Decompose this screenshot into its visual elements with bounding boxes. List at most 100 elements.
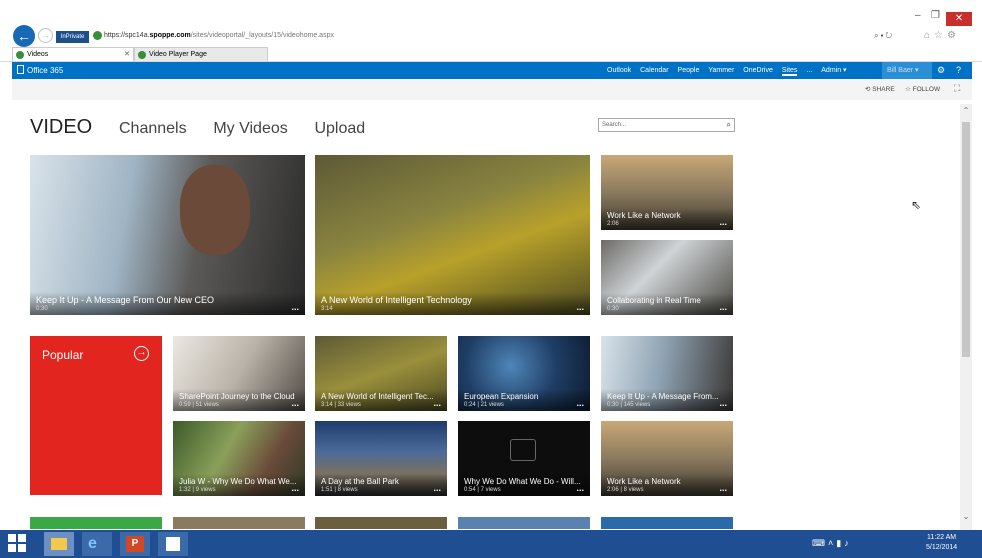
mouse-cursor-icon: ⇖ [911, 198, 922, 212]
favorites-icon[interactable]: ☆ [934, 30, 947, 41]
search-input[interactable]: Search... ⌕ [598, 118, 735, 132]
featured-video-tile[interactable]: A New World of Intelligent Technology 3:1… [315, 155, 590, 315]
suite-link-yammer[interactable]: Yammer [708, 67, 734, 74]
video-tile[interactable]: A Day at the Ball Park 1:51 | 8 views ... [315, 421, 447, 496]
more-options-icon[interactable]: ... [719, 483, 727, 493]
nav-link-channels[interactable]: Channels [119, 120, 187, 137]
clock-time: 11:22 AM [927, 534, 957, 541]
address-actions[interactable]: ⌕▪↻ [874, 31, 894, 41]
help-icon[interactable]: ? [956, 65, 961, 75]
minimize-icon[interactable]: – [915, 10, 921, 21]
close-tab-icon[interactable]: ✕ [124, 48, 130, 62]
brand-label: Office 365 [27, 66, 64, 75]
suite-link-calendar[interactable]: Calendar [640, 67, 668, 74]
popular-channel-tile[interactable]: Popular → [30, 336, 162, 495]
more-options-icon[interactable]: ... [291, 483, 299, 493]
tab-video-player-page[interactable]: Video Player Page [134, 47, 268, 61]
featured-video-tile[interactable]: Collaborating in Real Time 0:30 ... [601, 240, 733, 315]
back-button[interactable]: ← [13, 25, 35, 47]
user-menu[interactable]: Bill Baer ▾ [882, 62, 932, 79]
video-tile[interactable] [601, 517, 733, 529]
suite-link-onedrive[interactable]: OneDrive [743, 67, 773, 74]
site-icon [93, 31, 102, 40]
address-bar[interactable]: InPrivate https://spc14a.spoppe.com/site… [56, 30, 972, 46]
internet-explorer-icon[interactable]: e [82, 532, 112, 556]
video-meta: 2:06 [607, 221, 619, 227]
volume-icon[interactable]: ♪ [844, 538, 852, 548]
more-options-icon[interactable]: ... [719, 302, 727, 312]
share-label: SHARE [872, 86, 895, 93]
more-options-icon[interactable]: ... [291, 302, 299, 312]
url-path: /sites/videoportal/_layouts/15/videohome… [190, 32, 334, 39]
system-tray[interactable]: ⌨˄▮♪ [812, 538, 852, 549]
scroll-thumb[interactable] [962, 122, 970, 357]
video-nav: VIDEO Channels My Videos Upload [30, 116, 387, 139]
url-text[interactable]: https://spc14a.spoppe.com/sites/videopor… [104, 32, 334, 39]
video-tile[interactable] [173, 517, 305, 529]
tab-videos[interactable]: Videos ✕ [12, 47, 134, 61]
windows-start-icon[interactable] [8, 534, 26, 552]
video-tile[interactable]: Why We Do What We Do - Will... 0:54 | 7 v… [458, 421, 590, 496]
search-icon[interactable]: ⌕ [727, 120, 731, 130]
home-icon[interactable]: ⌂ [924, 30, 934, 41]
taskbar-clock[interactable]: 11:22 AM 5/12/2014 [926, 533, 957, 553]
tile-caption: Work Like a Network 2:06 | 8 views [601, 474, 733, 496]
user-name: Bill Baer [887, 67, 914, 74]
windows-store-icon[interactable] [158, 532, 188, 556]
scroll-up-icon[interactable]: ⌃ [960, 106, 972, 115]
clock-date: 5/12/2014 [926, 544, 958, 551]
video-meta: 0:30 [36, 306, 48, 312]
tab-label: Videos [27, 51, 49, 58]
channel-tile[interactable] [30, 517, 162, 529]
more-options-icon[interactable]: ... [576, 483, 584, 493]
video-tile[interactable]: A New World of Intelligent Tec... 3:14 | … [315, 336, 447, 411]
focus-content-icon[interactable]: ⛶ [954, 83, 960, 94]
video-title: Collaborating in Real Time [607, 296, 701, 305]
video-tile[interactable] [315, 517, 447, 529]
suite-link-more[interactable]: ... [806, 67, 812, 74]
powerpoint-icon[interactable]: P [120, 532, 150, 556]
more-options-icon[interactable]: ... [576, 302, 584, 312]
refresh-icon[interactable]: ↻ [885, 31, 894, 40]
more-options-icon[interactable]: ... [719, 398, 727, 408]
close-window-button[interactable]: ✕ [946, 12, 972, 26]
follow-button[interactable]: ☆ FOLLOW [905, 85, 940, 93]
video-tile[interactable]: Keep It Up - A Message From... 0:30 | 145… [601, 336, 733, 411]
more-options-icon[interactable]: ... [433, 483, 441, 493]
nav-link-my-videos[interactable]: My Videos [213, 120, 287, 137]
forward-button[interactable]: → [38, 28, 53, 43]
suite-link-outlook[interactable]: Outlook [607, 67, 631, 74]
suite-link-sites[interactable]: Sites [781, 67, 798, 76]
network-diagram-icon [510, 439, 536, 461]
gear-icon[interactable]: ⚙ [947, 30, 960, 41]
featured-video-tile[interactable]: Work Like a Network 2:06 ... [601, 155, 733, 230]
tile-caption: A Day at the Ball Park 1:51 | 8 views [315, 474, 447, 496]
browser-tools[interactable]: ⌂☆⚙ [924, 30, 960, 41]
suite-link-admin[interactable]: Admin ▾ [821, 67, 846, 74]
file-explorer-icon[interactable] [44, 532, 74, 556]
more-options-icon[interactable]: ... [719, 217, 727, 227]
more-options-icon[interactable]: ... [291, 398, 299, 408]
video-tile[interactable] [458, 517, 590, 529]
vertical-scrollbar[interactable]: ⌃ ⌄ [960, 104, 972, 530]
tab-label: Video Player Page [149, 51, 207, 58]
office365-brand[interactable]: Office 365 [17, 65, 63, 75]
video-tile[interactable]: SharePoint Journey to the Cloud 0:59 | 51… [173, 336, 305, 411]
scroll-down-icon[interactable]: ⌄ [960, 512, 972, 521]
video-title: Work Like a Network [607, 477, 681, 486]
arrow-right-circle-icon[interactable]: → [134, 346, 149, 361]
video-tile[interactable]: European Expansion 0:24 | 21 views ... [458, 336, 590, 411]
featured-video-tile[interactable]: Keep It Up - A Message From Our New CEO 0… [30, 155, 305, 315]
more-options-icon[interactable]: ... [576, 398, 584, 408]
more-options-icon[interactable]: ... [433, 398, 441, 408]
share-button[interactable]: ⟲ SHARE [865, 85, 895, 93]
video-tile[interactable]: Julia W - Why We Do What We... 1:32 | 9 v… [173, 421, 305, 496]
settings-gear-icon[interactable]: ⚙ [937, 65, 945, 76]
restore-icon[interactable]: ❐ [931, 10, 940, 21]
video-meta: 3:14 [321, 306, 333, 312]
keyboard-icon[interactable]: ⌨ [812, 538, 828, 548]
video-tile[interactable]: Work Like a Network 2:06 | 8 views ... [601, 421, 733, 496]
nav-link-upload[interactable]: Upload [314, 120, 365, 137]
suite-link-people[interactable]: People [678, 67, 700, 74]
video-meta: 3:14 | 33 views [321, 402, 361, 408]
